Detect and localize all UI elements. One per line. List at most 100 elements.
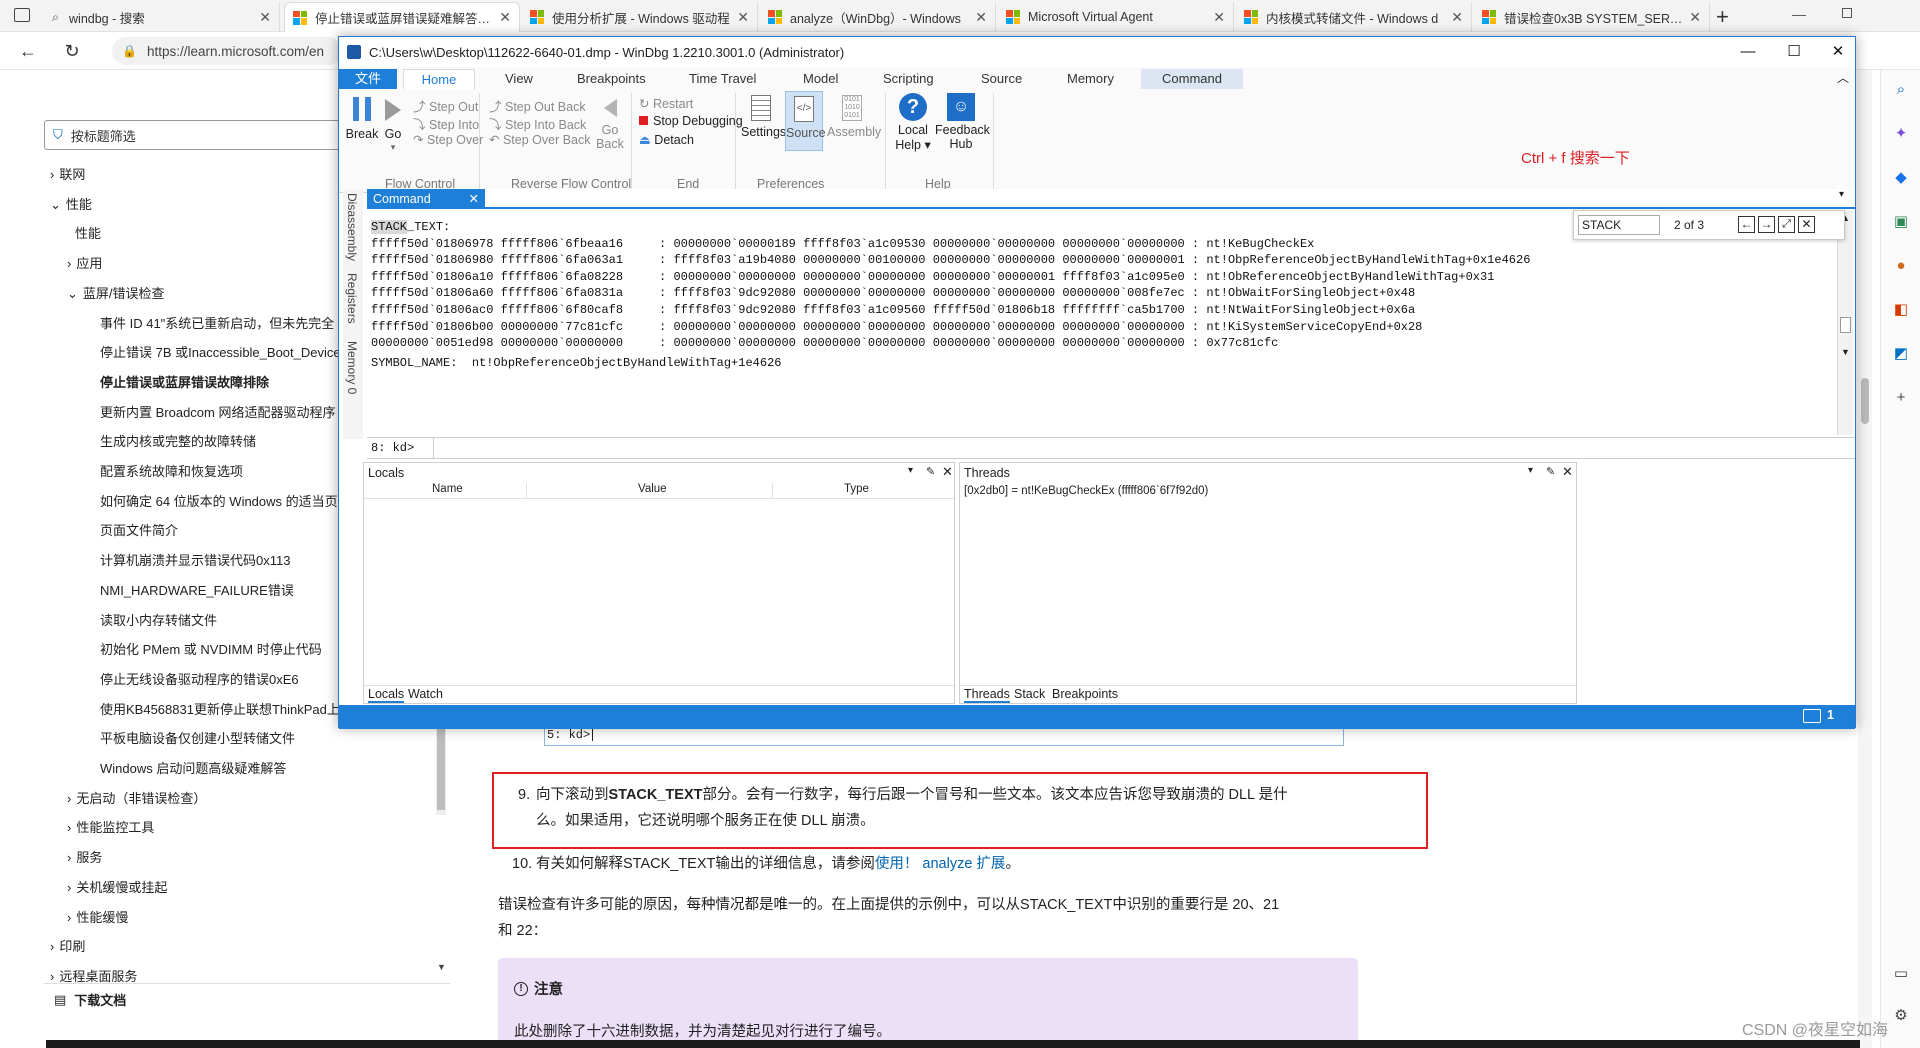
new-tab-icon[interactable]: + xyxy=(1716,4,1729,30)
close-tab-icon[interactable]: ✕ xyxy=(1689,9,1701,26)
tab-breakpoints-pane[interactable]: Breakpoints xyxy=(1052,687,1118,701)
close-icon[interactable]: ✕ xyxy=(1562,464,1573,480)
browser-tab[interactable]: analyze（WinDbg）- Windows ✕ xyxy=(760,2,996,32)
nav-config-recovery[interactable]: 配置系统故障和恢复选项 xyxy=(100,461,243,480)
notification-icon[interactable] xyxy=(1803,709,1821,723)
back-icon[interactable]: ← xyxy=(16,40,40,62)
pane-menu-icon[interactable]: ▾ xyxy=(1528,465,1533,476)
nav-stop-7b[interactable]: 停止错误 7B 或Inaccessible_Boot_Device xyxy=(100,342,341,361)
people-icon[interactable]: ● xyxy=(1891,256,1911,276)
feedback-hub-button[interactable]: ☺ Feedback Hub xyxy=(935,91,990,151)
nav-nmi-failure[interactable]: NMI_HARDWARE_FAILURE错误 xyxy=(100,580,294,599)
tab-breakpoints[interactable]: Breakpoints xyxy=(571,69,652,89)
sparkle-icon[interactable]: ✦ xyxy=(1891,124,1911,144)
page-scroll-thumb[interactable] xyxy=(1861,378,1869,424)
restore-icon[interactable] xyxy=(1842,8,1852,18)
browser-tab[interactable]: 内核模式转储文件 - Windows d ✕ xyxy=(1236,2,1472,32)
close-icon[interactable]: ✕ xyxy=(942,464,953,480)
find-previous-icon[interactable]: ← xyxy=(1738,216,1755,233)
assembly-button[interactable]: 0101 1010 0101 Assembly xyxy=(827,93,881,139)
tag-icon[interactable]: ◆ xyxy=(1891,168,1911,188)
tab-time-travel[interactable]: Time Travel xyxy=(683,69,762,89)
go-back-button[interactable]: Go Back xyxy=(595,95,625,151)
tab-threads[interactable]: Threads xyxy=(964,687,1010,703)
nav-no-boot[interactable]: › 无启动（非错误检查） xyxy=(67,788,206,807)
scroll-down-icon[interactable]: ▼ xyxy=(1841,347,1850,357)
tab-memory[interactable]: Memory xyxy=(1061,69,1120,89)
step-over-back-button[interactable]: ↶ Step Over Back xyxy=(489,132,591,147)
minimize-icon[interactable]: — xyxy=(1733,41,1763,63)
nav-services[interactable]: › 服务 xyxy=(67,847,102,866)
nav-performance-sub[interactable]: 性能 xyxy=(75,223,101,242)
settings-icon[interactable]: ⚙ xyxy=(1891,1006,1911,1026)
outlook-icon[interactable]: ◩ xyxy=(1891,344,1911,364)
step-into-button[interactable]: ⤵ Step Into xyxy=(413,114,479,133)
close-tab-icon[interactable]: ✕ xyxy=(499,9,511,26)
step-into-back-button[interactable]: ⤵ Step Into Back xyxy=(489,114,586,133)
nav-pmem-nvdimm[interactable]: 初始化 PMem 或 NVDIMM 时停止代码 xyxy=(100,639,322,658)
chevron-down-icon[interactable]: ⌄ xyxy=(67,286,78,301)
browser-tab[interactable]: Microsoft Virtual Agent ✕ xyxy=(998,2,1234,32)
nav-advanced-boot[interactable]: Windows 启动问题高级疑难解答 xyxy=(100,758,286,777)
chevron-right-icon[interactable]: › xyxy=(67,256,71,271)
column-name[interactable]: Name xyxy=(432,483,463,495)
chevron-right-icon[interactable]: › xyxy=(67,910,71,925)
close-tab-icon[interactable]: ✕ xyxy=(975,9,987,26)
tab-command[interactable]: Command xyxy=(1141,69,1243,89)
tab-home[interactable]: Home xyxy=(403,69,475,89)
tab-disassembly[interactable]: Disassembly xyxy=(345,193,359,261)
tab-locals[interactable]: Locals xyxy=(368,687,405,703)
close-tab-icon[interactable]: ✕ xyxy=(1451,9,1463,26)
chevron-down-icon[interactable]: ▾ xyxy=(379,142,407,153)
nav-tablet-dump[interactable]: 平板电脑设备仅创建小型转储文件 xyxy=(100,728,295,747)
close-tab-icon[interactable]: ✕ xyxy=(259,9,271,26)
find-expand-icon[interactable]: ⤢ xyxy=(1778,216,1795,233)
nav-generate-dump[interactable]: 生成内核或完整的故障转储 xyxy=(100,431,256,450)
pin-icon[interactable]: ✎ xyxy=(1546,465,1555,478)
chevron-right-icon[interactable]: › xyxy=(67,791,71,806)
tab-model[interactable]: Model xyxy=(797,69,844,89)
nav-read-minidump[interactable]: 读取小内存转储文件 xyxy=(100,610,217,629)
analyze-extension-link[interactable]: 使用！ analyze 扩展 xyxy=(875,856,1006,872)
pin-icon[interactable]: ✎ xyxy=(926,465,935,478)
url-input[interactable]: 🔒 https://learn.microsoft.com/en xyxy=(112,37,342,65)
tab-registers[interactable]: Registers xyxy=(345,273,359,324)
stop-debugging-button[interactable]: Stop Debugging xyxy=(639,114,743,128)
source-button[interactable]: </> Source xyxy=(785,91,826,151)
pane-menu-icon[interactable]: ▾ xyxy=(908,465,913,476)
step-out-back-button[interactable]: ⤴ Step Out Back xyxy=(489,96,586,115)
chevron-right-icon[interactable]: › xyxy=(50,939,54,954)
nav-stop-error-troubleshoot[interactable]: 停止错误或蓝屏错误故障排除 xyxy=(100,372,269,391)
download-docs-link[interactable]: ▤ 下载文档 xyxy=(54,990,126,1009)
local-help-button[interactable]: ? Local Help ▾ xyxy=(893,91,933,152)
chevron-right-icon[interactable]: › xyxy=(67,820,71,835)
nav-performance[interactable]: ⌄ 性能 xyxy=(50,194,92,213)
nav-bluescreen[interactable]: ⌄ 蓝屏/错误检查 xyxy=(67,283,165,302)
pane-menu-icon[interactable]: ▾ xyxy=(1839,189,1844,200)
page-scrollbar[interactable] xyxy=(1858,70,1872,1048)
step-over-button[interactable]: ↷ Step Over xyxy=(413,132,483,147)
find-input[interactable]: STACK xyxy=(1578,215,1660,235)
tab-source[interactable]: Source xyxy=(975,69,1028,89)
minimize-icon[interactable]: — xyxy=(1792,6,1806,22)
nav-event-41[interactable]: 事件 ID 41"系统已重新启动，但未先完全 xyxy=(100,313,334,332)
chevron-down-icon[interactable]: ⌄ xyxy=(50,197,61,212)
command-input[interactable] xyxy=(433,438,1853,458)
browser-tab[interactable]: ⌕ windbg - 搜索 ✕ xyxy=(44,2,280,32)
toc-scroll-down-icon[interactable]: ▼ xyxy=(437,962,446,972)
collapse-ribbon-icon[interactable]: ︿ xyxy=(1837,69,1849,86)
tab-actions-icon[interactable] xyxy=(14,8,30,22)
nav-pagefile-intro[interactable]: 页面文件简介 xyxy=(100,520,178,539)
toc-filter-input[interactable]: ⛉ 按标题筛选 xyxy=(44,120,354,150)
nav-broadcom[interactable]: 更新内置 Broadcom 网络适配器驱动程序 xyxy=(100,402,335,421)
scroll-thumb[interactable] xyxy=(1840,317,1851,333)
tab-scripting[interactable]: Scripting xyxy=(877,69,940,89)
find-next-icon[interactable]: → xyxy=(1758,216,1775,233)
tab-file[interactable]: 文件 xyxy=(339,69,397,89)
nav-wireless-0xe6[interactable]: 停止无线设备驱动程序的错误0xE6 xyxy=(100,669,299,688)
step-out-button[interactable]: ⤴ Step Out xyxy=(413,96,478,115)
go-button[interactable]: Go ▾ xyxy=(379,93,407,153)
restart-button[interactable]: ↻ Restart xyxy=(639,96,693,111)
detach-button[interactable]: ⏏ Detach xyxy=(639,132,694,147)
tab-stack[interactable]: Stack xyxy=(1014,687,1045,701)
